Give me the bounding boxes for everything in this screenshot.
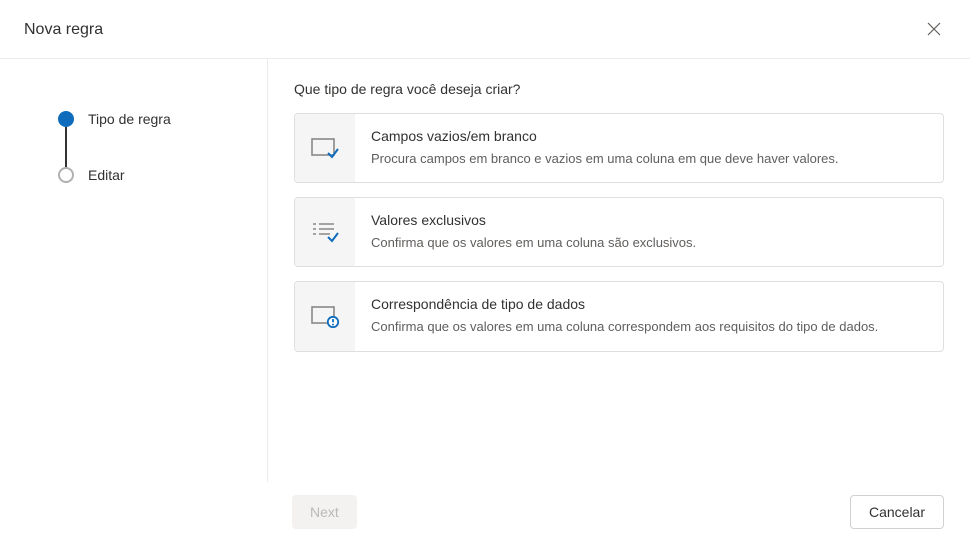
- option-title: Campos vazios/em branco: [371, 128, 927, 144]
- option-text: Campos vazios/em branco Procura campos e…: [355, 114, 943, 182]
- step-editar[interactable]: Editar: [58, 167, 243, 183]
- rule-options: Campos vazios/em branco Procura campos e…: [294, 113, 944, 352]
- dialog-header: Nova regra: [0, 0, 970, 59]
- prompt-text: Que tipo de regra você deseja criar?: [294, 81, 944, 97]
- step-label: Tipo de regra: [88, 111, 171, 127]
- step-marker-active-icon: [58, 111, 74, 127]
- unique-values-icon: [295, 198, 355, 266]
- stepper-sidebar: Tipo de regra Editar: [0, 59, 268, 492]
- step-tipo-de-regra[interactable]: Tipo de regra: [58, 111, 243, 127]
- content-panel: Que tipo de regra você deseja criar? Cam…: [268, 59, 970, 492]
- step-label: Editar: [88, 167, 125, 183]
- option-desc: Confirma que os valores em uma coluna co…: [371, 318, 927, 336]
- cancel-button[interactable]: Cancelar: [850, 495, 944, 529]
- step-marker-inactive-icon: [58, 167, 74, 183]
- dialog-title: Nova regra: [24, 21, 103, 39]
- stepper: Tipo de regra Editar: [58, 111, 243, 183]
- dialog-body: Tipo de regra Editar Que tipo de regra v…: [0, 59, 970, 492]
- option-desc: Confirma que os valores em uma coluna sã…: [371, 234, 927, 252]
- dialog-footer: Next Cancelar: [0, 482, 970, 542]
- close-icon: [927, 22, 941, 39]
- option-desc: Procura campos em branco e vazios em uma…: [371, 150, 927, 168]
- type-match-icon: [295, 282, 355, 350]
- option-title: Valores exclusivos: [371, 212, 927, 228]
- next-button[interactable]: Next: [292, 495, 357, 529]
- blank-field-icon: [295, 114, 355, 182]
- close-button[interactable]: [918, 14, 950, 46]
- option-text: Correspondência de tipo de dados Confirm…: [355, 282, 943, 350]
- option-valores-exclusivos[interactable]: Valores exclusivos Confirma que os valor…: [294, 197, 944, 267]
- step-connector: [65, 127, 67, 169]
- option-tipo-de-dados[interactable]: Correspondência de tipo de dados Confirm…: [294, 281, 944, 351]
- option-title: Correspondência de tipo de dados: [371, 296, 927, 312]
- option-campos-vazios[interactable]: Campos vazios/em branco Procura campos e…: [294, 113, 944, 183]
- option-text: Valores exclusivos Confirma que os valor…: [355, 198, 943, 266]
